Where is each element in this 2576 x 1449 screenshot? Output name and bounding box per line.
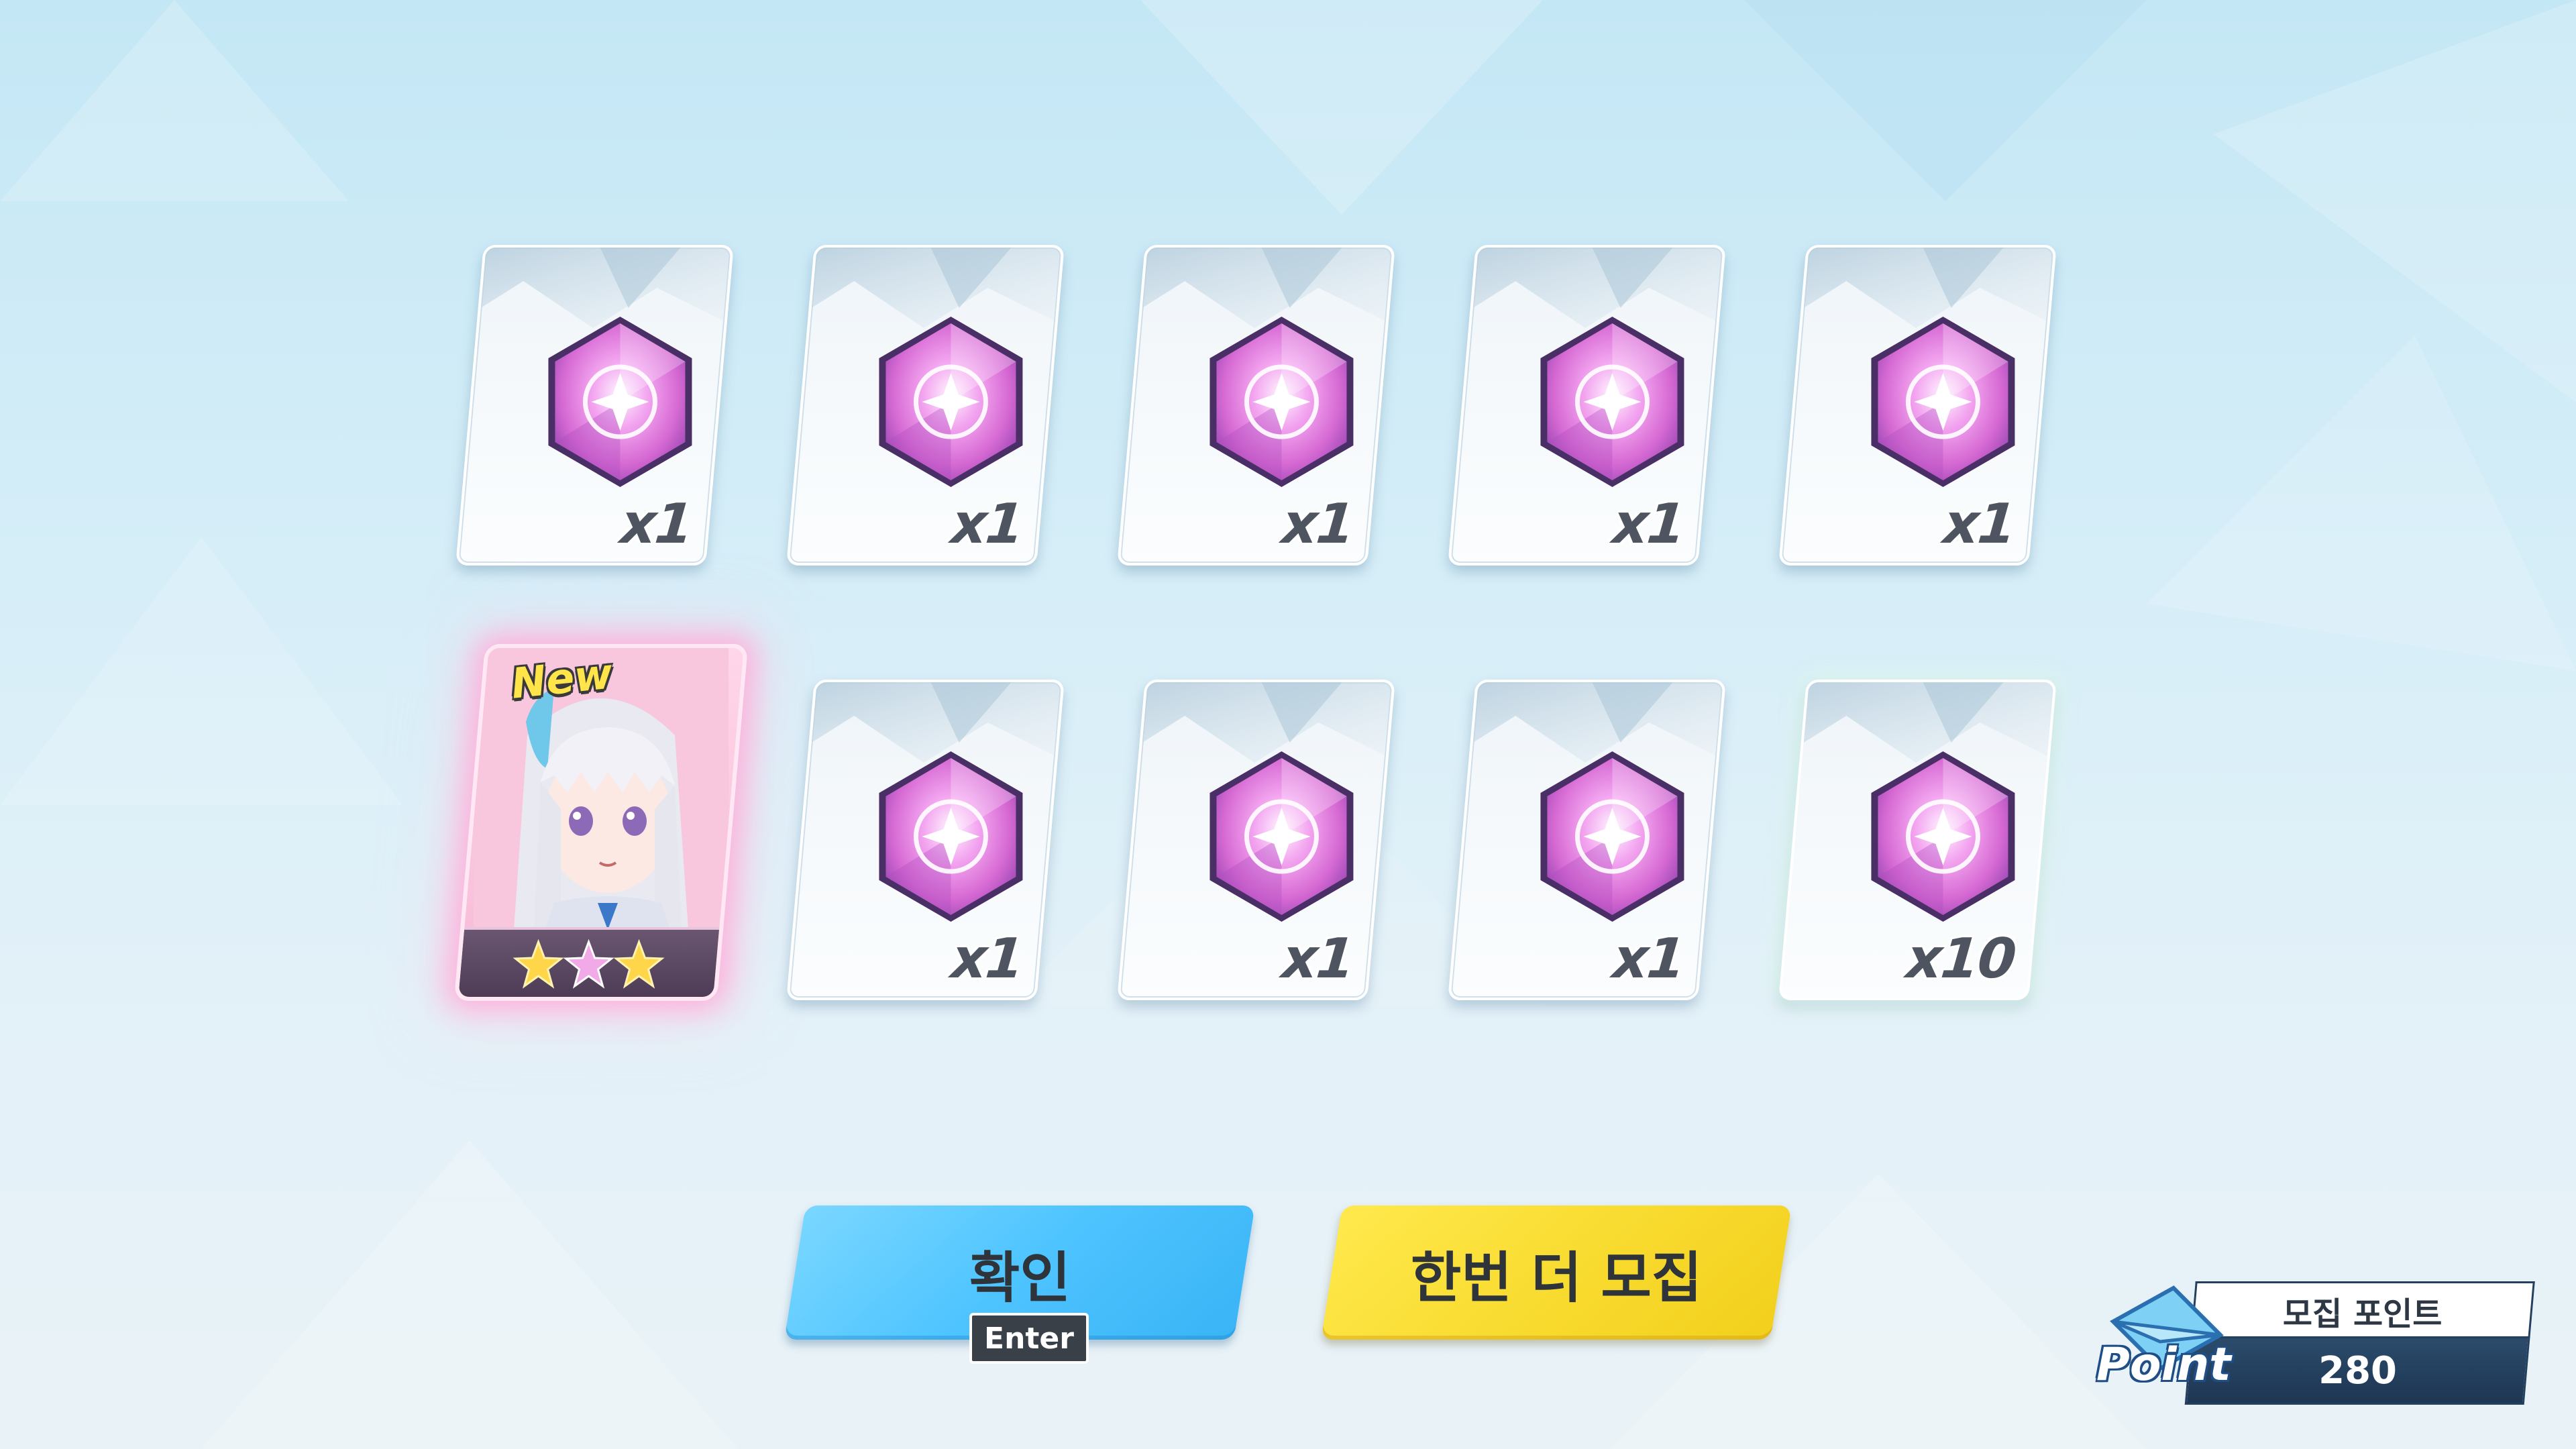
recruit-gem-icon (1859, 746, 2027, 927)
rarity-bar (458, 927, 720, 997)
card-quantity: x1 (1610, 492, 1687, 556)
card-quantity: x1 (618, 492, 695, 556)
recruit-points-value: 280 (2318, 1348, 2397, 1393)
recruit-again-button[interactable]: 한번 더 모집 (1321, 1205, 1792, 1340)
star-icon (513, 938, 564, 989)
star-icon (563, 938, 614, 989)
confirm-button-label: 확인 (969, 1246, 1071, 1310)
reward-card-2[interactable]: x1 (786, 245, 1065, 566)
card-quantity: x10 (1904, 927, 2018, 991)
recruit-gem-icon (1197, 311, 1365, 492)
card-quantity: x1 (1610, 927, 1687, 991)
recruit-gem-icon (1528, 311, 1696, 492)
recruit-gem-icon (1859, 311, 2027, 492)
card-quantity: x1 (949, 492, 1026, 556)
recruit-gem-icon (1528, 746, 1696, 927)
recruit-again-button-label: 한번 더 모집 (1410, 1246, 1703, 1310)
reward-card-7[interactable]: x1 (1117, 680, 1395, 1000)
card-quantity: x1 (949, 927, 1026, 991)
rarity-stars (513, 938, 665, 989)
reward-card-3[interactable]: x1 (1117, 245, 1395, 566)
reward-card-5[interactable]: x1 (1778, 245, 2057, 566)
card-quantity: x1 (1279, 927, 1356, 991)
recruit-gem-icon (867, 746, 1034, 927)
card-quantity: x1 (1279, 492, 1356, 556)
reward-card-6[interactable]: x1 (786, 680, 1065, 1000)
recruit-gem-icon (867, 311, 1034, 492)
enter-hotkey-badge: Enter (969, 1313, 1089, 1364)
recruit-points-title: 모집 포인트 (2283, 1295, 2443, 1333)
reward-card-9[interactable]: x10 (1778, 680, 2057, 1000)
recruit-points-panel: 모집 포인트 280 (2184, 1281, 2535, 1405)
reward-card-4[interactable]: x1 (1448, 245, 1726, 566)
recruit-gem-icon (1197, 746, 1365, 927)
star-icon (613, 938, 665, 989)
recruit-gem-icon (536, 311, 704, 492)
reward-card-8[interactable]: x1 (1448, 680, 1726, 1000)
point-logo-text: Point (2096, 1338, 2231, 1391)
recruit-points-value-box: 280 (2184, 1336, 2530, 1405)
reward-card-1[interactable]: x1 (455, 245, 734, 566)
card-quantity: x1 (1941, 492, 2018, 556)
recruit-points-header: 모집 포인트 (2190, 1281, 2535, 1338)
